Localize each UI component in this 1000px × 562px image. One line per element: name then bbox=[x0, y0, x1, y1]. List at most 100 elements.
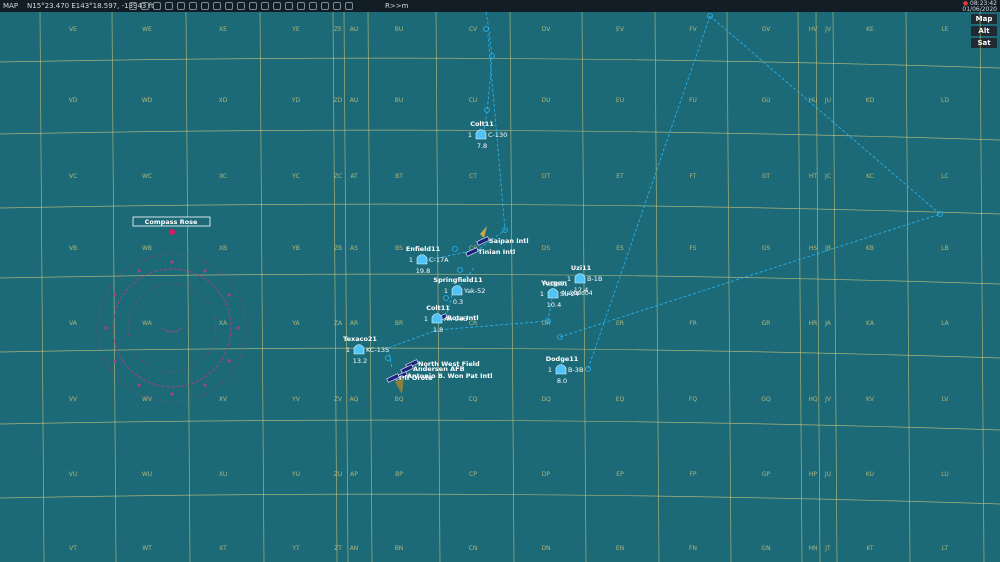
grid-line-vertical bbox=[832, 12, 838, 562]
grid-cell-label: XV bbox=[219, 396, 228, 403]
airfield-marker[interactable]: Saipan Intl bbox=[476, 236, 529, 246]
grid-cell-label: KV bbox=[866, 396, 875, 403]
grid-cell-label: EQ bbox=[616, 396, 625, 403]
grid-cell-label: HV bbox=[809, 26, 819, 33]
grid-cell-label: LT bbox=[942, 545, 949, 552]
unit-value: 13.2 bbox=[353, 357, 367, 365]
unit-callsign: Springfield11 bbox=[433, 276, 483, 284]
aircraft-icon bbox=[416, 254, 428, 265]
grid-icon[interactable] bbox=[333, 2, 341, 10]
unit-marker[interactable]: Springfield11 1 Yak-520.3 bbox=[433, 276, 485, 306]
wifi-icon[interactable] bbox=[213, 2, 221, 10]
unit-type: An-26B bbox=[444, 315, 468, 323]
compass-heading-tick bbox=[113, 359, 117, 363]
grid-cell-label: VD bbox=[69, 97, 78, 104]
grid-cell-label: KE bbox=[866, 26, 874, 33]
map-canvas[interactable]: VE WE XE YE ZE AU BU CV DV EV FV GV HV JV KE LE VD WD XD YD… bbox=[0, 12, 1000, 562]
unit-marker[interactable]: Colt11 1 C-1307.8 bbox=[468, 120, 507, 150]
zoom-box-icon[interactable] bbox=[261, 2, 269, 10]
diamond-icon[interactable] bbox=[189, 2, 197, 10]
unit-marker[interactable]: Enfield11 1 C-17A 19.8 bbox=[406, 245, 449, 275]
grid-cell-label: HS bbox=[809, 245, 818, 252]
grid-cell-label: FT bbox=[689, 173, 696, 180]
route-icon[interactable] bbox=[177, 2, 185, 10]
grid-cell-label: CV bbox=[469, 26, 478, 33]
grid-cell-label: XU bbox=[219, 471, 228, 478]
unit-type: B-1B bbox=[587, 275, 602, 283]
grid-cell-label: VB bbox=[69, 245, 77, 252]
ruler-icon[interactable] bbox=[345, 2, 353, 10]
grid-cell-label: WT bbox=[142, 545, 152, 552]
record-icon[interactable] bbox=[141, 2, 149, 10]
waypoint-marker[interactable] bbox=[585, 366, 591, 372]
compass-heading-tick bbox=[170, 392, 174, 396]
compass-heading-tick bbox=[170, 260, 174, 264]
grid-line-horizontal bbox=[0, 347, 1000, 359]
zoom-fit-icon[interactable] bbox=[237, 2, 245, 10]
zoom-reset-icon[interactable] bbox=[297, 2, 305, 10]
zoom-area-icon[interactable] bbox=[249, 2, 257, 10]
grid-cell-label: CQ bbox=[469, 396, 478, 403]
zoom-in-icon[interactable] bbox=[273, 2, 281, 10]
compass-anchor-icon[interactable] bbox=[169, 229, 175, 235]
grid-cell-label: ET bbox=[616, 173, 624, 180]
aircraft-icon bbox=[475, 129, 487, 140]
airfield-marker[interactable]: Olf Orote bbox=[386, 373, 433, 383]
grid-cell-label: GP bbox=[762, 471, 771, 478]
waypoint-marker[interactable] bbox=[452, 246, 458, 252]
target-icon[interactable] bbox=[201, 2, 209, 10]
unit-count: 1 bbox=[548, 366, 552, 374]
grid-cell-label: XA bbox=[219, 320, 228, 327]
grid-cell-label: DU bbox=[541, 97, 550, 104]
waypoint-marker[interactable] bbox=[483, 26, 489, 32]
grid-cell-label: WE bbox=[142, 26, 152, 33]
grid-cell-label: KB bbox=[866, 245, 874, 252]
grid-cell-label: GS bbox=[762, 245, 771, 252]
grid-cell-label: JU bbox=[824, 471, 831, 478]
search-label[interactable]: R>>m bbox=[385, 0, 408, 12]
airfield-marker[interactable]: Tinian Intl bbox=[465, 247, 515, 257]
thermometer-icon[interactable] bbox=[225, 2, 233, 10]
unit-value: 1.8 bbox=[433, 326, 443, 334]
grid-line-vertical bbox=[39, 12, 45, 562]
grid-cell-label: LD bbox=[941, 97, 949, 104]
grid-cell-label: KU bbox=[866, 471, 874, 478]
grid-line-vertical bbox=[435, 12, 441, 562]
waypoint-marker[interactable] bbox=[457, 267, 463, 273]
layers-icon[interactable] bbox=[321, 2, 329, 10]
grid-cell-label: LA bbox=[941, 320, 949, 327]
grid-cell-label: FP bbox=[689, 471, 696, 478]
grid-cell-label: HQ bbox=[808, 396, 818, 403]
unit-secondary-label: Nakhed04 bbox=[562, 290, 593, 297]
zoom-out-icon[interactable] bbox=[285, 2, 293, 10]
grid-labels: VE WE XE YE ZE AU BU CV DV EV FV GV HV JV KE LE VD WD XD YD… bbox=[69, 26, 950, 552]
grid-cell-label: ZB bbox=[334, 245, 342, 252]
unit-value: 0.3 bbox=[453, 298, 463, 306]
grid-cell-label: DN bbox=[541, 545, 550, 552]
grid-line-vertical bbox=[332, 12, 338, 562]
pointer-icon[interactable] bbox=[129, 2, 137, 10]
grid-cell-label: FN bbox=[689, 545, 697, 552]
grid-cell-label: FU bbox=[689, 97, 697, 104]
grid-cell-label: DT bbox=[542, 173, 551, 180]
unit-marker[interactable]: Dodge11 1 B-3B8.0 bbox=[546, 355, 584, 385]
grid-cell-label: FR bbox=[689, 320, 697, 327]
compass-heading-tick bbox=[236, 326, 240, 330]
grid-cell-label: EU bbox=[616, 97, 624, 104]
waypoint-marker[interactable] bbox=[385, 355, 391, 361]
unit-callsign: Dodge11 bbox=[546, 355, 579, 363]
unit-marker[interactable]: Texaco21 1 KC-135 13.2 bbox=[343, 335, 389, 365]
unit-callsign: Enfield11 bbox=[406, 245, 441, 253]
grid-cell-label: VU bbox=[69, 471, 78, 478]
grid-cell-label: FS bbox=[689, 245, 696, 252]
grid-cell-label: GQ bbox=[761, 396, 771, 403]
waypoint-marker[interactable] bbox=[443, 295, 449, 301]
unit-count: 1 bbox=[468, 131, 472, 139]
globe-icon[interactable] bbox=[309, 2, 317, 10]
grid-cell-label: WB bbox=[142, 245, 152, 252]
square-icon[interactable] bbox=[165, 2, 173, 10]
aircraft-icon bbox=[353, 344, 365, 355]
circle-icon[interactable] bbox=[153, 2, 161, 10]
grid-line-vertical bbox=[367, 12, 373, 562]
grid-cell-label: DV bbox=[542, 26, 552, 33]
